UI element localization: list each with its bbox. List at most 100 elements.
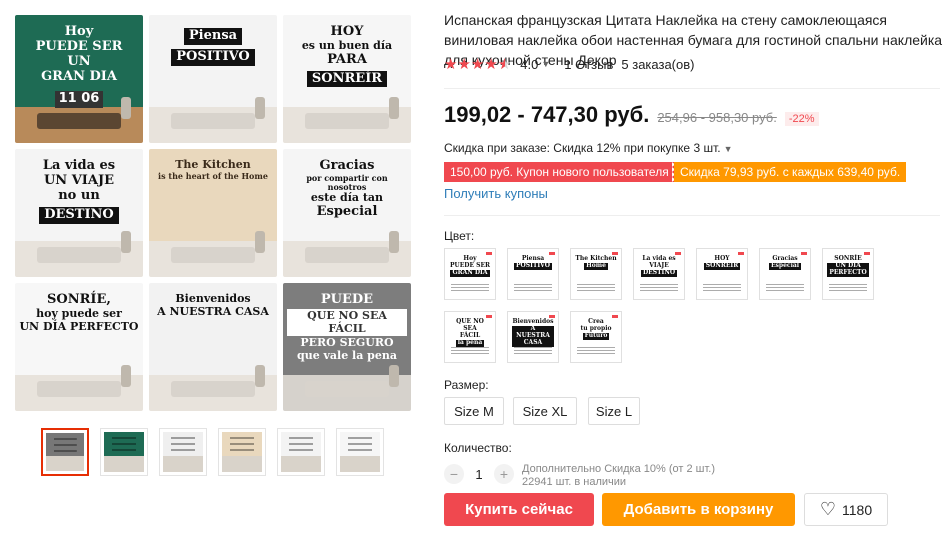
color-swatch[interactable]: Gracias Especial <box>759 248 811 300</box>
thumbnail[interactable] <box>336 428 384 476</box>
quote-line: DESTINO <box>39 206 119 224</box>
quote-line: UN VIAJE <box>43 172 115 188</box>
image-gallery[interactable]: Hoy PUEDE SER UN GRAN DIA 11 06 Piensa POSITIV… <box>15 15 412 412</box>
quote-line: A NUESTRA CASA <box>157 304 269 318</box>
decor-shape <box>389 365 399 387</box>
color-swatch[interactable]: HOY SONREÍR <box>696 248 748 300</box>
gallery-image[interactable]: Piensa POSITIVO <box>149 15 277 143</box>
swatch-quote: QUE NO SEA FÁCIL la pena <box>449 318 491 347</box>
quote-line: PUEDE <box>320 292 374 307</box>
decor-shape <box>121 365 131 387</box>
gallery-image[interactable]: PUEDE QUE NO SEA FÁCIL PERO SEGURO que vale… <box>283 283 411 411</box>
color-swatch[interactable]: SONRÍE UN DÍA PERFECTO <box>822 248 874 300</box>
gallery-image[interactable]: HOY es un buen día PARA SONREÍR <box>283 15 411 143</box>
decor-shape <box>255 97 265 119</box>
quote-line: QUE NO SEA FÁCIL <box>287 308 407 337</box>
rating-stars: ★ ★ ★ ★ ★ <box>444 55 511 73</box>
swatch-quote-line: POSITIVO <box>514 261 552 270</box>
thumbnail-image <box>163 432 203 472</box>
gallery-image[interactable]: Hoy PUEDE SER UN GRAN DIA 11 06 <box>15 15 143 143</box>
furniture-shape <box>37 381 121 397</box>
thumbnail[interactable] <box>218 428 266 476</box>
color-swatch[interactable]: Bienvenidos A NUESTRA CASA <box>507 311 559 363</box>
swatch-quote-line: Home <box>584 261 608 270</box>
thumbnail[interactable] <box>277 428 325 476</box>
wishlist-button[interactable]: ♡ 1180 <box>804 493 888 526</box>
swatch-quote: Hoy PUEDE SER GRAN DIA <box>449 255 491 277</box>
chevron-down-icon[interactable]: ▼ <box>541 59 550 69</box>
quote-text: La vida es UN VIAJE no un DESTINO <box>19 158 139 225</box>
furniture-shape <box>37 247 121 263</box>
decor-shape <box>255 231 265 253</box>
gallery-image[interactable]: SONRÍE, hoy puede ser UN DÍA PERFECTO <box>15 283 143 411</box>
color-swatch[interactable]: Crea tu propio Futuro <box>570 311 622 363</box>
swatch-quote: HOY SONREÍR <box>701 255 743 270</box>
price-block: 199,02 - 747,30 руб. 254,96 - 958,30 руб… <box>444 102 819 128</box>
divider <box>444 88 940 89</box>
discount-badge: -22% <box>784 112 819 126</box>
heart-icon: ♡ <box>819 499 837 519</box>
thumbnail[interactable] <box>159 428 207 476</box>
quote-line: SONRÍE, <box>47 292 111 307</box>
quote-line: POSITIVO <box>171 48 255 66</box>
decor-shape <box>255 365 265 387</box>
swatch-size-chart <box>514 284 552 293</box>
furniture-shape <box>305 247 389 263</box>
thumbnail-image <box>340 432 380 472</box>
quote-line: UN <box>67 53 91 69</box>
quantity-decrease-button[interactable]: − <box>444 464 464 484</box>
add-to-cart-button[interactable]: Добавить в корзину <box>602 493 795 526</box>
reviews-link[interactable]: 1 Отзыв <box>564 57 613 72</box>
furniture-shape <box>171 113 255 129</box>
decor-shape <box>121 231 131 253</box>
bulk-discount[interactable]: Скидка при заказе: Скидка 12% при покупк… <box>444 141 733 155</box>
furniture-shape <box>305 381 389 397</box>
swatch-size-chart <box>829 284 867 293</box>
star-icon: ★ <box>444 56 458 73</box>
quote-line: GRAN DIA <box>41 68 117 84</box>
quote-text: The Kitchen is the heart of the Home <box>153 158 273 181</box>
size-option[interactable]: Size L <box>588 397 640 425</box>
color-swatch[interactable]: QUE NO SEA FÁCIL la pena <box>444 311 496 363</box>
swatch-size-chart <box>451 284 489 293</box>
quote-line: es un buen día <box>301 38 393 52</box>
color-swatch[interactable]: The Kitchen Home <box>570 248 622 300</box>
quantity-discount-note: Дополнительно Скидка 10% (от 2 шт.) <box>522 463 716 475</box>
quote-line: Hoy <box>64 24 94 39</box>
color-swatch[interactable]: Piensa POSITIVO <box>507 248 559 300</box>
color-swatch[interactable]: Hoy PUEDE SER GRAN DIA <box>444 248 496 300</box>
quantity-stepper: − 1 + <box>444 464 514 484</box>
size-option[interactable]: Size XL <box>513 397 577 425</box>
color-swatch[interactable]: La vida es VIAJE DESTINO <box>633 248 685 300</box>
decor-shape <box>389 97 399 119</box>
swatch-quote-line: Especial <box>768 261 802 270</box>
wishlist-count: 1180 <box>842 501 873 518</box>
swatch-tag <box>486 315 492 318</box>
quote-line: Piensa <box>183 28 243 45</box>
gallery-image[interactable]: Gracias por compartir con nosotros este dí… <box>283 149 411 277</box>
swatch-quote: Crea tu propio Futuro <box>575 318 617 340</box>
quote-line: PUEDE SER <box>35 38 123 54</box>
new-user-coupon[interactable]: 150,00 руб. Купон нового пользователя <box>442 162 677 182</box>
gallery-image[interactable]: The Kitchen is the heart of the Home <box>149 149 277 277</box>
swatch-tag <box>612 315 618 318</box>
current-price: 199,02 - 747,30 руб. <box>444 102 650 127</box>
buy-now-button[interactable]: Купить сейчас <box>444 493 594 526</box>
swatch-size-chart <box>451 347 489 356</box>
quantity-value[interactable]: 1 <box>464 467 494 482</box>
thumbnail[interactable] <box>100 428 148 476</box>
gallery-image[interactable]: Bienvenidos A NUESTRA CASA <box>149 283 277 411</box>
clock-text: 11 06 <box>54 90 104 108</box>
size-option[interactable]: Size M <box>444 397 504 425</box>
get-coupons-link[interactable]: Получить купоны <box>444 186 548 201</box>
swatch-quote-line: GRAN DIA <box>450 268 490 277</box>
quantity-increase-button[interactable]: + <box>494 464 514 484</box>
swatch-quote-line: A NUESTRA CASA <box>512 325 554 347</box>
thumbnail[interactable] <box>41 428 89 476</box>
quote-line: Especial <box>316 203 378 219</box>
store-coupon[interactable]: Скидка 79,93 руб. с каждых 639,40 руб. <box>671 162 909 182</box>
divider <box>444 215 940 216</box>
gallery-image[interactable]: La vida es UN VIAJE no un DESTINO <box>15 149 143 277</box>
rating-row: ★★★★★ 4.0 ▼ 1 Отзыв 5 заказа(ов) <box>444 55 694 73</box>
rating-value: 4.0 <box>520 56 539 72</box>
